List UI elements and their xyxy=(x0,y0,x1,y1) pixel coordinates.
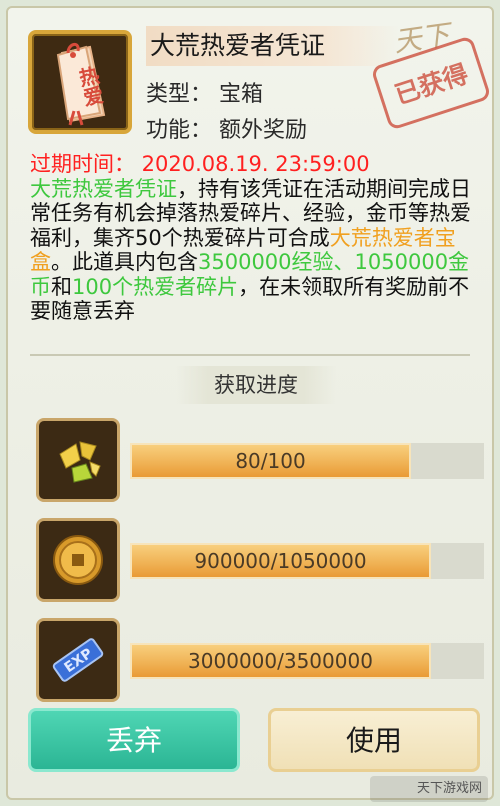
item-name: 大荒热爱者凭证 xyxy=(146,26,400,66)
exp-icon: EXP xyxy=(36,618,120,702)
gold-coin-icon xyxy=(36,518,120,602)
site-watermark: 天下游戏网 xyxy=(370,776,488,802)
item-type-value: 宝箱 xyxy=(219,82,264,107)
progress-title: 获取进度 xyxy=(176,366,336,404)
item-function-row: 功能： 额外奖励 xyxy=(146,112,307,144)
desc-item-name: 大荒热爱者凭证 xyxy=(30,176,177,201)
fragment-progress-text: 80/100 xyxy=(235,449,306,473)
desc-exp-reward: 3500000经验 xyxy=(198,250,334,274)
gold-progress-text: 900000/1050000 xyxy=(194,549,367,573)
item-icon: 热爱 xyxy=(28,30,132,134)
item-type-label: 类型： xyxy=(146,82,213,107)
divider xyxy=(30,354,470,356)
exp-progress-bar: 3000000/3500000 xyxy=(130,643,484,679)
desc-separator: 、 xyxy=(333,250,355,274)
expiry-time: 过期时间： 2020.08.19. 23:59:00 xyxy=(30,152,370,176)
desc-fragment-reward: 100个热爱者碎片 xyxy=(72,274,239,299)
item-type-row: 类型： 宝箱 xyxy=(146,76,263,108)
gold-progress-bar: 900000/1050000 xyxy=(130,543,484,579)
fragment-icon xyxy=(36,418,120,502)
desc-and: 和 xyxy=(51,274,72,299)
voucher-tag-text: 热爱 xyxy=(73,64,106,109)
item-function-label: 功能： xyxy=(146,118,213,143)
use-button[interactable]: 使用 xyxy=(268,708,480,772)
item-description: 过期时间： 2020.08.19. 23:59:00 大荒热爱者凭证，持有该凭证… xyxy=(30,152,480,324)
desc-text-2: 。此道具内包含 xyxy=(51,250,198,274)
exp-progress-text: 3000000/3500000 xyxy=(188,649,373,673)
fragment-progress-bar: 80/100 xyxy=(130,443,484,479)
item-function-value: 额外奖励 xyxy=(219,118,308,143)
discard-button[interactable]: 丢弃 xyxy=(28,708,240,772)
